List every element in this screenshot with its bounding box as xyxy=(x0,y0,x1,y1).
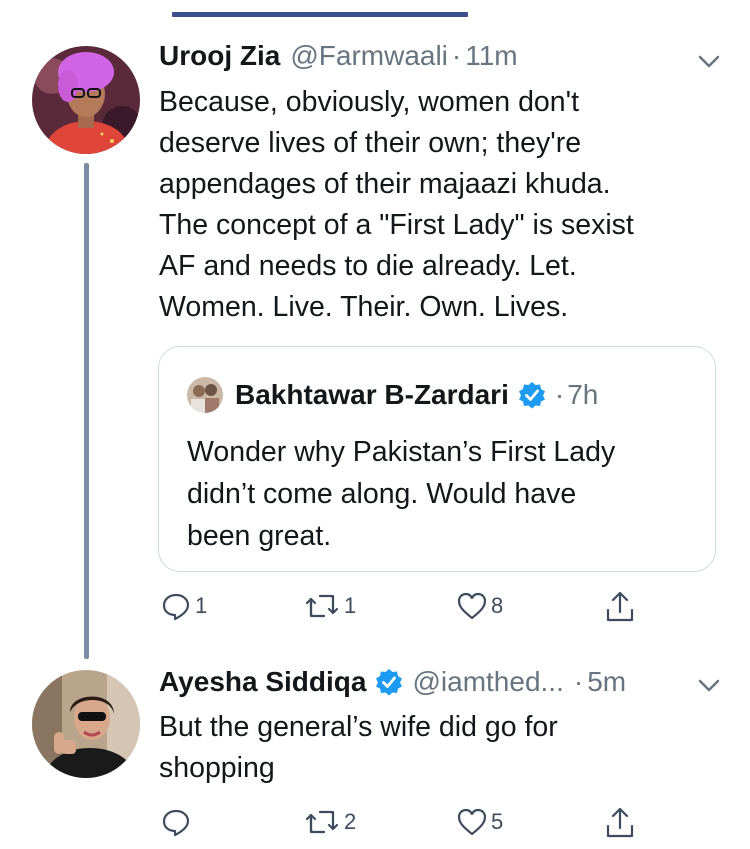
verified-badge-icon xyxy=(374,667,404,697)
tweet2-actions: 2 5 xyxy=(160,806,640,846)
quoted-tweet-card[interactable]: Bakhtawar B-Zardari · 7h Wonder why Paki… xyxy=(158,346,716,572)
tweet-text-line: Women. Live. Their. Own. Lives. xyxy=(159,291,569,323)
tweet-timestamp[interactable]: 11m xyxy=(465,40,517,72)
reply-button[interactable]: 1 xyxy=(160,590,207,622)
quoted-tweet-text: Wonder why Pakistan’s First Lady didn’t … xyxy=(187,431,615,557)
like-button[interactable]: 5 xyxy=(456,806,503,838)
chevron-down-icon[interactable] xyxy=(696,48,722,74)
author-handle[interactable]: @iamthed... xyxy=(412,666,563,698)
avatar-ayesha-siddiqa[interactable] xyxy=(32,670,140,778)
tweet-text-line: shopping xyxy=(159,752,275,784)
retweet-button[interactable]: 2 xyxy=(303,806,356,838)
tweet1-actions: 1 1 8 xyxy=(160,590,640,630)
like-icon xyxy=(457,808,487,836)
tweet-text-line: Because, obviously, women don't xyxy=(159,86,579,118)
tweet-text-line: The concept of a "First Lady" is sexist xyxy=(159,209,634,241)
tweet-text-line: appendages of their majaazi khuda. xyxy=(159,168,611,200)
reply-icon xyxy=(162,809,190,837)
meta-separator: · xyxy=(554,379,565,410)
quoted-text-line: Wonder why Pakistan’s First Lady xyxy=(187,436,616,468)
retweet-button[interactable]: 1 xyxy=(303,590,356,622)
retweet-icon xyxy=(305,594,339,618)
share-icon xyxy=(606,591,634,622)
tweet2-header: Ayesha Siddiqa @iamthed... · 5m xyxy=(159,666,626,698)
meta-separator: · xyxy=(451,40,462,71)
like-count: 8 xyxy=(491,593,504,618)
retweet-icon xyxy=(305,810,339,834)
like-button[interactable]: 8 xyxy=(456,590,503,622)
retweet-count: 1 xyxy=(344,593,357,618)
tweet-text-line: But the general’s wife did go for xyxy=(159,711,558,743)
share-icon xyxy=(606,807,634,838)
share-button[interactable] xyxy=(604,806,636,840)
quoted-text-line: didn’t come along. Would have xyxy=(187,478,577,510)
quoted-author-name[interactable]: Bakhtawar B-Zardari xyxy=(235,379,509,411)
tweet-text-line: AF and needs to die already. Let. xyxy=(159,250,577,282)
share-button[interactable] xyxy=(604,590,636,624)
tweet1-text: Because, obviously, women don't deserve … xyxy=(159,82,719,328)
reply-icon xyxy=(162,593,190,621)
like-count: 5 xyxy=(491,809,504,834)
author-name[interactable]: Urooj Zia xyxy=(159,40,280,72)
meta-separator: · xyxy=(573,666,584,697)
quoted-text-line: been great. xyxy=(187,520,332,552)
tweet2-text: But the general’s wife did go for shoppi… xyxy=(159,707,719,789)
reply-count: 1 xyxy=(195,593,208,618)
active-tab-indicator xyxy=(172,12,468,17)
like-icon xyxy=(457,592,487,620)
reply-button[interactable] xyxy=(160,806,192,838)
quoted-tweet-header: Bakhtawar B-Zardari · 7h xyxy=(187,377,598,413)
tweet-timestamp[interactable]: 5m xyxy=(587,666,626,698)
quoted-timestamp[interactable]: 7h xyxy=(567,379,598,411)
verified-badge-icon xyxy=(517,380,547,410)
tweet1-header: Urooj Zia @Farmwaali · 11m xyxy=(159,40,518,72)
avatar-urooj-zia[interactable] xyxy=(32,46,140,154)
retweet-count: 2 xyxy=(344,809,357,834)
avatar-bakhtawar xyxy=(187,377,223,413)
author-handle[interactable]: @Farmwaali xyxy=(290,40,448,72)
thread-connector-line xyxy=(84,163,89,659)
chevron-down-icon[interactable] xyxy=(696,672,722,698)
author-name[interactable]: Ayesha Siddiqa xyxy=(159,666,366,698)
tweet-text-line: deserve lives of their own; they're xyxy=(159,127,582,159)
